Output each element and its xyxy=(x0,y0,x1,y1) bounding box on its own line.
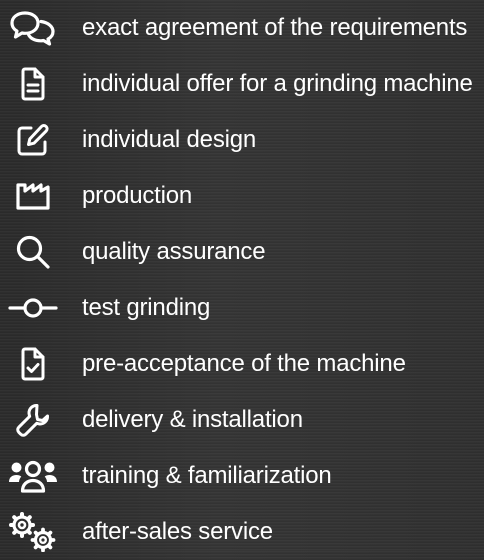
step-label: exact agreement of the requirements xyxy=(82,14,468,41)
step-label: individual offer for a grinding machine xyxy=(82,70,473,97)
wrench-icon xyxy=(8,400,58,440)
process-steps-list: exact agreement of the requirements indi… xyxy=(0,0,484,552)
step-label: individual design xyxy=(82,126,257,153)
speech-bubbles-icon xyxy=(8,8,58,48)
step-item-test-grinding: test grinding xyxy=(0,280,484,336)
step-item-quality: quality assurance xyxy=(0,224,484,280)
gears-icon xyxy=(8,512,58,552)
step-item-after-sales: after-sales service xyxy=(0,504,484,560)
step-item-training: training & familiarization xyxy=(0,448,484,504)
document-icon xyxy=(8,64,58,104)
step-item-pre-acceptance: pre-acceptance of the machine xyxy=(0,336,484,392)
step-item-requirements: exact agreement of the requirements xyxy=(0,0,484,56)
step-label: delivery & installation xyxy=(82,406,303,433)
step-label: quality assurance xyxy=(82,238,266,265)
step-label: training & familiarization xyxy=(82,462,332,489)
magnifier-icon xyxy=(8,232,58,272)
step-label: pre-acceptance of the machine xyxy=(82,350,406,377)
pencil-square-icon xyxy=(8,120,58,160)
step-item-delivery: delivery & installation xyxy=(0,392,484,448)
user-group-icon xyxy=(8,456,58,496)
step-item-design: individual design xyxy=(0,112,484,168)
step-label: after-sales service xyxy=(82,518,273,545)
commit-circle-icon xyxy=(8,288,58,328)
step-item-offer: individual offer for a grinding machine xyxy=(0,56,484,112)
step-item-production: production xyxy=(0,168,484,224)
factory-icon xyxy=(8,176,58,216)
step-label: test grinding xyxy=(82,294,211,321)
step-label: production xyxy=(82,182,193,209)
document-check-icon xyxy=(8,344,58,384)
